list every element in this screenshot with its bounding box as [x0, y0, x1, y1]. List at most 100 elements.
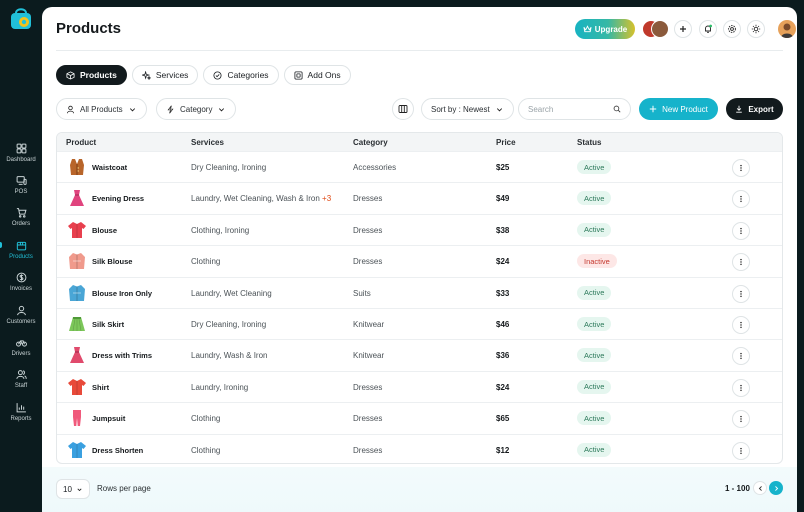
services-text: Laundry, Wet Cleaning — [191, 288, 272, 298]
sidebar-item-label: Drivers — [11, 351, 31, 357]
product-name[interactable]: Shirt — [92, 383, 109, 392]
more-vertical-icon — [740, 447, 742, 454]
sidebar-item-invoices[interactable]: Invoices — [0, 271, 42, 299]
tab-products[interactable]: Products — [56, 65, 127, 85]
product-name[interactable]: Evening Dress — [92, 194, 144, 203]
notification-button[interactable] — [699, 20, 717, 38]
product-thumbnail — [69, 284, 85, 301]
tab-add-ons[interactable]: Add Ons — [283, 65, 351, 85]
sidebar-item-staff[interactable]: Staff — [0, 368, 42, 396]
services-text: Dry Cleaning, Ironing — [191, 163, 267, 172]
table-row[interactable]: Dress with Trims Laundry, Wash & Iron Kni… — [57, 339, 782, 370]
column-header-status[interactable]: Status — [577, 138, 601, 147]
column-header-product[interactable]: Product — [66, 138, 96, 147]
product-price: $46 — [496, 320, 510, 329]
row-actions-button[interactable] — [732, 410, 750, 429]
main-panel: Products Upgrade Products Services Categor… — [42, 7, 797, 512]
product-name[interactable]: Dress Shorten — [92, 446, 143, 455]
product-name[interactable]: Dress with Trims — [92, 351, 152, 360]
row-actions-button[interactable] — [732, 253, 750, 272]
table-row[interactable]: Jumpsuit Clothing Dresses $65 Active — [57, 402, 782, 433]
row-actions-button[interactable] — [732, 378, 750, 397]
table-row[interactable]: Waistcoat Dry Cleaning, Ironing Accessori… — [57, 151, 782, 182]
sidebar-item-dashboard[interactable]: Dashboard — [0, 142, 42, 170]
bell-icon — [705, 24, 712, 33]
view-toggle-button[interactable] — [392, 98, 414, 120]
sidebar-item-label: Staff — [14, 383, 28, 389]
previous-page-button[interactable] — [753, 481, 767, 495]
new-product-button[interactable]: New Product — [639, 98, 718, 120]
rows-per-page-select[interactable]: 10 — [56, 479, 90, 499]
row-actions-button[interactable] — [732, 159, 750, 177]
upgrade-button[interactable]: Upgrade — [575, 19, 635, 39]
sidebar-item-products[interactable]: Products — [0, 239, 42, 267]
theme-toggle-button[interactable] — [747, 20, 765, 38]
products-table: Product Services Category Price Status W… — [56, 132, 783, 464]
row-actions-button[interactable] — [732, 316, 750, 334]
product-category: Dresses — [353, 445, 383, 455]
product-category: Dresses — [353, 225, 383, 235]
grid-icon — [15, 142, 27, 154]
row-actions-button[interactable] — [732, 221, 750, 240]
table-row[interactable]: Blouse Clothing, Ironing Dresses $38 Active — [57, 213, 782, 245]
sidebar-item-customers[interactable]: Customers — [0, 304, 42, 332]
row-actions-button[interactable] — [732, 284, 750, 303]
product-name[interactable]: Blouse Iron Only — [92, 289, 152, 298]
sidebar: Dashboard POS Orders Products Invoices Custom… — [0, 0, 42, 512]
table-row[interactable]: Shirt Laundry, Ironing Dresses $24 Active — [57, 370, 782, 402]
product-thumbnail — [70, 347, 84, 364]
new-product-label: New Product — [662, 104, 708, 114]
chart-icon — [15, 401, 27, 413]
table-row[interactable]: Evening Dress Laundry, Wet Cleaning, Wash… — [57, 182, 782, 213]
column-header-price[interactable]: Price — [496, 138, 516, 147]
product-category: Suits — [353, 288, 371, 298]
sidebar-item-reports[interactable]: Reports — [0, 401, 42, 429]
all-products-dropdown[interactable]: All Products — [56, 98, 147, 120]
tab-categories[interactable]: Categories — [203, 65, 279, 85]
tab-services[interactable]: Services — [131, 65, 199, 85]
product-name[interactable]: Silk Skirt — [92, 320, 124, 329]
table-row[interactable]: Silk Blouse Clothing Dresses $24 Inactive — [57, 245, 782, 276]
more-vertical-icon — [740, 164, 742, 172]
sidebar-item-label: POS — [14, 189, 28, 195]
users-icon — [15, 368, 27, 380]
category-dropdown[interactable]: Category — [156, 98, 237, 120]
add-member-button[interactable] — [674, 20, 692, 38]
product-name[interactable]: Waistcoat — [92, 163, 127, 172]
product-thumbnail — [68, 221, 86, 238]
services-more-count[interactable]: +3 — [322, 194, 331, 203]
sidebar-item-label: Products — [9, 254, 33, 260]
dollar-icon — [15, 271, 27, 283]
user-avatar[interactable] — [778, 20, 796, 38]
more-vertical-icon — [740, 290, 742, 297]
product-services: Laundry, Wash & Iron — [191, 351, 267, 360]
table-row[interactable]: Dress Shorten Clothing Dresses $12 Active — [57, 433, 782, 463]
sidebar-item-drivers[interactable]: Drivers — [0, 336, 42, 364]
sort-dropdown[interactable]: Sort by : Newest — [421, 98, 514, 120]
product-name[interactable]: Jumpsuit — [92, 414, 125, 423]
column-header-services[interactable]: Services — [191, 138, 224, 147]
search-box[interactable] — [518, 98, 631, 120]
row-actions-button[interactable] — [732, 441, 750, 460]
row-actions-button[interactable] — [732, 190, 750, 209]
pagination-range: 1 - 100 — [725, 484, 750, 493]
next-page-button[interactable] — [769, 481, 783, 495]
sidebar-item-label: Orders — [11, 221, 31, 227]
product-category: Dresses — [353, 257, 383, 267]
sidebar-item-pos[interactable]: POS — [0, 174, 42, 202]
sidebar-item-orders[interactable]: Orders — [0, 206, 42, 234]
product-name[interactable]: Blouse — [92, 226, 117, 235]
chevron-left-icon — [758, 485, 762, 491]
column-header-category[interactable]: Category — [353, 138, 388, 147]
table-row[interactable]: Silk Skirt Dry Cleaning, Ironing Knitwear… — [57, 308, 782, 339]
row-actions-button[interactable] — [732, 347, 750, 366]
export-button[interactable]: Export — [726, 98, 783, 120]
settings-button[interactable] — [723, 20, 741, 38]
download-icon — [736, 105, 743, 113]
search-input[interactable] — [528, 104, 613, 114]
product-name[interactable]: Silk Blouse — [92, 257, 132, 266]
product-price: $33 — [496, 288, 510, 298]
user-icon — [15, 304, 27, 316]
services-text: Clothing, Ironing — [191, 225, 250, 235]
table-row[interactable]: Blouse Iron Only Laundry, Wet Cleaning Su… — [57, 276, 782, 308]
